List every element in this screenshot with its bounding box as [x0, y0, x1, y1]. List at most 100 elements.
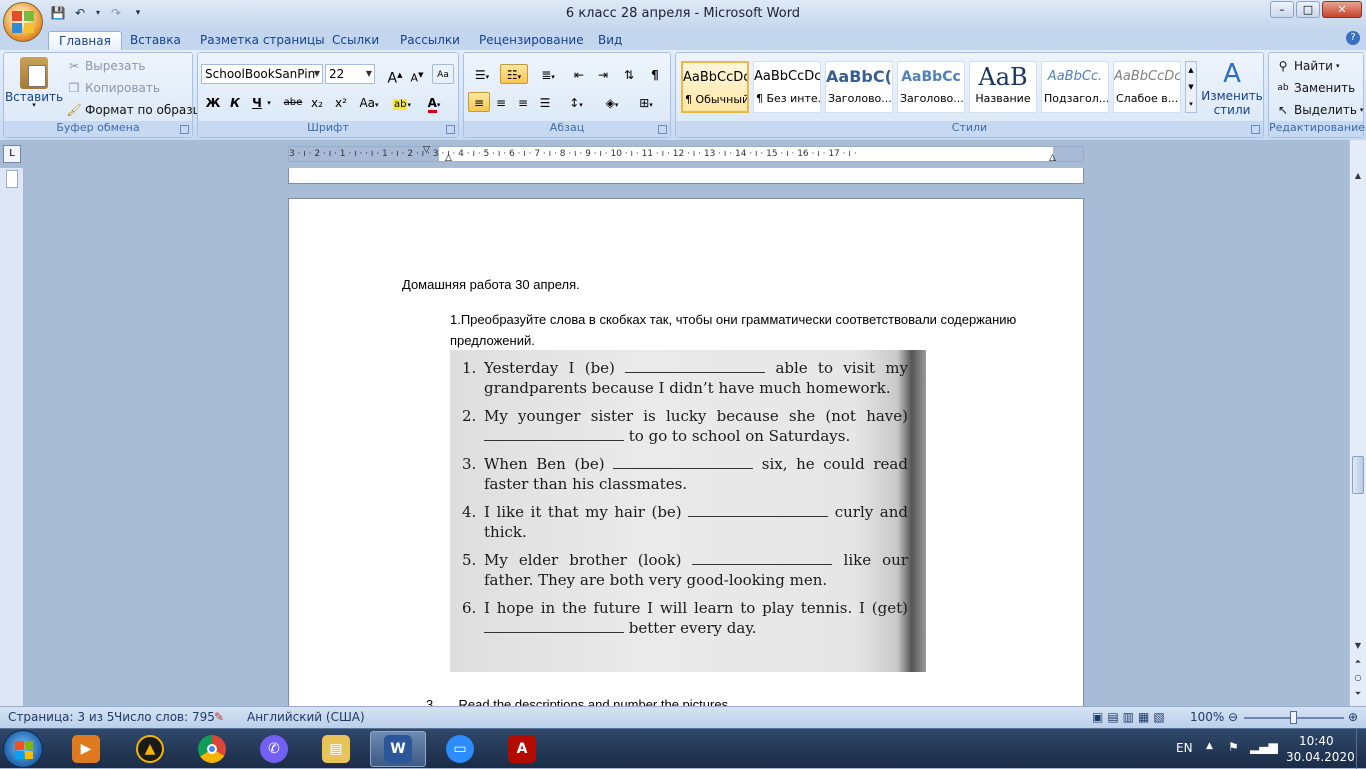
textbook-scan-image[interactable]: 1. Yesterday I (be) able to visit my gran… [450, 350, 926, 672]
page-count[interactable]: Страница: 3 из 5 [8, 710, 114, 724]
font-color-button[interactable]: A▾ [420, 92, 448, 113]
close-button[interactable]: ✕ [1322, 1, 1362, 18]
scrollbar-thumb[interactable] [1352, 456, 1364, 494]
decrease-indent-button[interactable]: ⇤ [568, 64, 590, 84]
clock-date[interactable]: 30.04.2020 [1286, 750, 1355, 764]
browse-object-icon[interactable]: ○ [1352, 672, 1364, 684]
language-indicator[interactable]: Английский (США) [247, 710, 365, 724]
multilevel-list-button[interactable]: ≣▾ [534, 64, 562, 84]
borders-button[interactable]: ⊞▾ [632, 92, 660, 112]
office-button[interactable] [3, 2, 43, 42]
font-launcher-icon[interactable] [446, 125, 455, 134]
taskbar-acrobat[interactable]: A [494, 731, 550, 767]
styles-launcher-icon[interactable] [1251, 125, 1260, 134]
help-icon[interactable]: ? [1346, 31, 1360, 45]
strikethrough-button[interactable]: abe [282, 92, 304, 112]
proofing-icon[interactable]: ✎ [214, 710, 224, 724]
style-heading-2[interactable]: AaBbCc Заголово... [897, 61, 965, 113]
shrink-font-button[interactable]: A▼ [406, 64, 428, 85]
tab-references[interactable]: Ссылки [322, 31, 389, 51]
next-page-icon[interactable]: ⏷ [1352, 688, 1364, 700]
change-case-button[interactable]: Aa▾ [356, 92, 382, 112]
prev-page-icon[interactable]: ⏶ [1352, 656, 1364, 668]
subscript-button[interactable]: x₂ [306, 92, 328, 112]
tab-home[interactable]: Главная [48, 31, 122, 51]
line-spacing-button[interactable]: ↕▾ [562, 92, 590, 112]
align-left-button[interactable]: ≡ [468, 92, 490, 112]
language-bar[interactable]: EN [1176, 741, 1193, 755]
taskbar-zoom[interactable]: ▭ [432, 731, 488, 767]
increase-indent-button[interactable]: ⇥ [592, 64, 614, 84]
align-right-button[interactable]: ≡ [512, 92, 534, 112]
flag-icon[interactable]: ⚑ [1228, 740, 1239, 754]
word-count[interactable]: Число слов: 795 [114, 710, 215, 724]
tab-mailings[interactable]: Рассылки [390, 31, 470, 51]
tab-insert[interactable]: Вставка [120, 31, 191, 51]
current-page[interactable]: Домашняя работа 30 апреля. 1.Преобразуйт… [288, 198, 1084, 706]
highlight-button[interactable]: ab▾ [388, 92, 416, 112]
font-name-combo[interactable]: SchoolBookSanPin ▼ [201, 64, 323, 84]
italic-button[interactable]: К [224, 92, 246, 112]
zoom-out-icon[interactable]: ⊖ [1228, 710, 1238, 724]
taskbar-chrome[interactable] [184, 731, 240, 767]
style-subtle-emphasis[interactable]: AaBbCcDc Слабое в... [1113, 61, 1181, 113]
shading-button[interactable]: ◈▾ [598, 92, 626, 112]
taskbar-explorer[interactable]: ▤ [308, 731, 364, 767]
bullets-button[interactable]: ☰▾ [468, 64, 496, 84]
clock-time[interactable]: 10:40 [1299, 734, 1334, 748]
tab-view[interactable]: Вид [588, 31, 632, 51]
font-size-combo[interactable]: 22 ▼ [325, 64, 375, 84]
taskbar-viber[interactable]: ✆ [246, 731, 302, 767]
network-icon[interactable]: ▂▄▆ [1250, 740, 1278, 754]
cut-button[interactable]: ✂ Вырезать [66, 58, 146, 74]
superscript-button[interactable]: x² [330, 92, 352, 112]
sort-button[interactable]: ⇅ [618, 64, 640, 84]
taskbar-word[interactable]: W [370, 731, 426, 767]
style-heading-1[interactable]: AaBbC( Заголово... [825, 61, 893, 113]
bold-button[interactable]: Ж [202, 92, 224, 112]
replace-button[interactable]: ab Заменить [1275, 80, 1355, 96]
vertical-scrollbar[interactable]: ▲ ▼ ⏶ ○ ⏷ [1349, 140, 1366, 706]
clipboard-launcher-icon[interactable] [180, 125, 189, 134]
tab-review[interactable]: Рецензирование [469, 31, 594, 51]
zoom-in-icon[interactable]: ⊕ [1348, 710, 1358, 724]
start-button[interactable] [3, 730, 43, 768]
first-line-indent-icon[interactable]: ▽ [423, 145, 430, 155]
style-title[interactable]: AaB Название [969, 61, 1037, 113]
grow-font-button[interactable]: A▲ [384, 64, 406, 87]
find-button[interactable]: ⚲ Найти ▾ [1275, 58, 1340, 74]
horizontal-ruler[interactable]: 3 · ı · 2 · ı · 1 · ı · · ı · 1 · ı · 2 … [288, 145, 1084, 163]
document-area[interactable]: Домашняя работа 30 апреля. 1.Преобразуйт… [24, 168, 1349, 706]
clear-formatting-button[interactable]: Aa [432, 64, 454, 84]
justify-button[interactable]: ☰ [534, 92, 556, 112]
zoom-slider-thumb[interactable] [1290, 711, 1297, 724]
maximize-button[interactable]: □ [1296, 1, 1320, 18]
style-normal[interactable]: AaBbCcDc ¶ Обычный [681, 61, 749, 113]
scroll-up-icon[interactable]: ▲ [1352, 170, 1364, 182]
scroll-down-icon[interactable]: ▼ [1352, 640, 1364, 652]
minimize-button[interactable]: – [1270, 1, 1294, 18]
paragraph-launcher-icon[interactable] [658, 125, 667, 134]
tab-page-layout[interactable]: Разметка страницы [190, 31, 335, 51]
show-marks-button[interactable]: ¶ [644, 64, 666, 84]
show-desktop-button[interactable] [1356, 729, 1366, 769]
show-hidden-icons-icon[interactable]: ▲ [1206, 741, 1213, 751]
taskbar-aimp[interactable]: ▲ [122, 731, 178, 767]
view-buttons[interactable]: ▣▤▥▦▧ [1092, 710, 1169, 724]
select-button[interactable]: ↖ Выделить ▾ [1275, 102, 1363, 118]
taskbar-media-player[interactable]: ▶ [58, 731, 114, 767]
copy-button[interactable]: ❐ Копировать [66, 80, 160, 96]
change-styles-button[interactable]: A Изменить стили [1201, 59, 1263, 117]
format-painter-button[interactable]: 🖌 Формат по образцу [66, 102, 208, 118]
zoom-level[interactable]: 100% [1190, 710, 1224, 724]
underline-dropdown-icon[interactable]: ▾ [264, 92, 274, 112]
right-indent-icon[interactable]: △ [1049, 153, 1056, 163]
styles-scroll[interactable]: ▲ ▼ ▾ [1185, 61, 1197, 113]
numbering-button[interactable]: ☷▾ [500, 64, 528, 84]
left-indent-icon[interactable]: △ [445, 153, 452, 163]
tab-selector[interactable]: L [3, 145, 21, 163]
style-subtitle[interactable]: AaBbCc. Подзагол... [1041, 61, 1109, 113]
paste-button[interactable]: Вставить ▾ [5, 57, 63, 109]
style-no-spacing[interactable]: AaBbCcDc ¶ Без инте... [753, 61, 821, 113]
align-center-button[interactable]: ≡ [490, 92, 512, 112]
